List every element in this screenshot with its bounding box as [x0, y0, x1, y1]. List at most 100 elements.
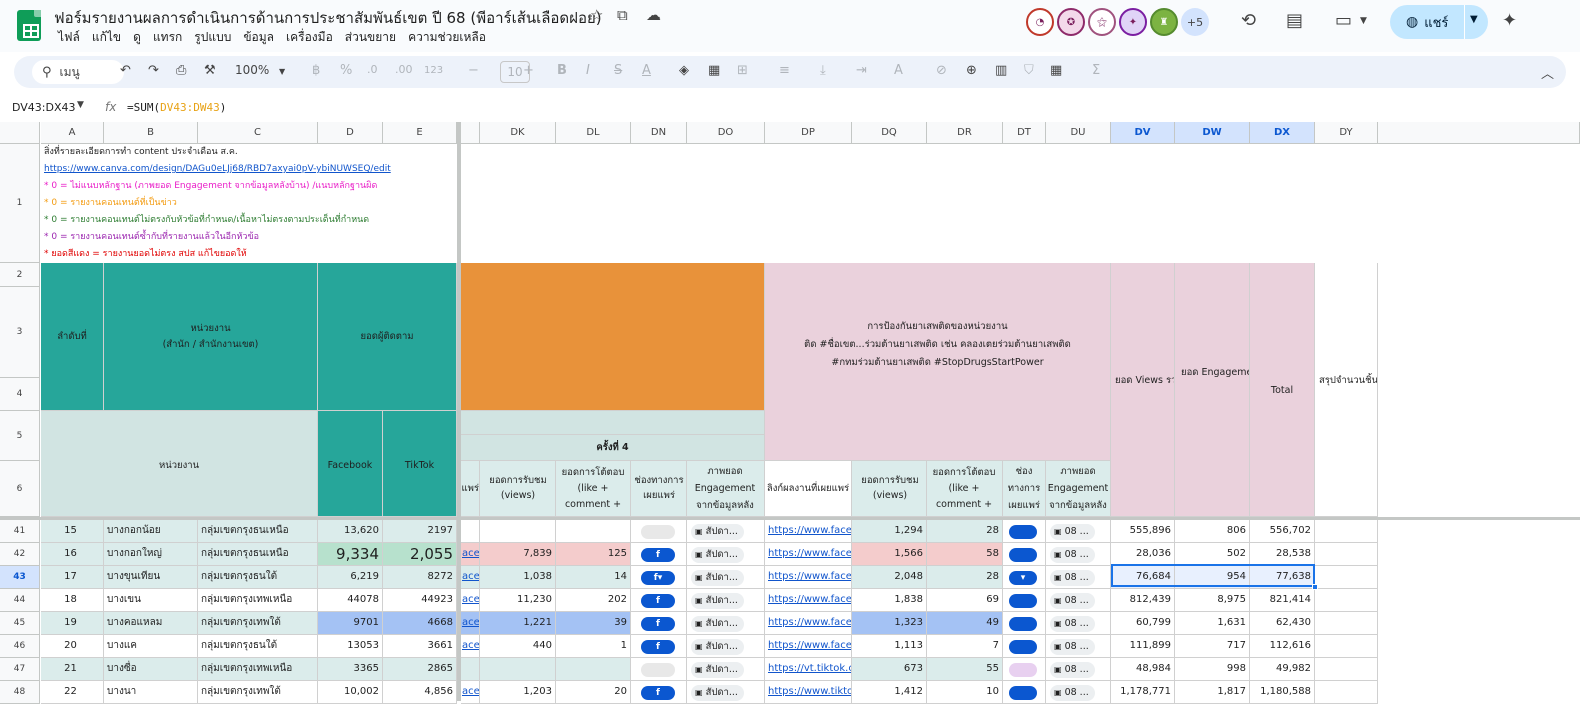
cell-channel[interactable]: f▾ — [631, 566, 687, 589]
cell-seq[interactable]: 21 — [41, 658, 104, 681]
cell-tiktok[interactable]: 4668 — [383, 612, 457, 635]
file-chip[interactable]: ▣ 08 ... — [1050, 570, 1095, 586]
header-seq[interactable]: ลำดับที่ — [41, 263, 104, 411]
increase-decimal-button[interactable]: .00 — [395, 63, 413, 76]
file-chip[interactable]: ▣ สัปดา... — [691, 593, 744, 609]
functions-icon[interactable]: Σ — [1092, 63, 1100, 78]
cell-facebook[interactable]: 9701 — [318, 612, 383, 635]
notes-block[interactable]: สิ่งที่รายละเอียดการทำ content ประจำเดือ… — [41, 144, 457, 262]
cell-total[interactable]: 62,430 — [1250, 612, 1315, 635]
row-header-4[interactable]: 4 — [0, 378, 40, 411]
cloud-status-icon[interactable]: ☁ — [646, 6, 661, 24]
cell-total[interactable]: 77,638 — [1250, 566, 1315, 589]
cell-facebook[interactable]: 44078 — [318, 589, 383, 612]
column-header-c[interactable]: C — [198, 122, 318, 144]
cell-link-truncated[interactable]: ace — [461, 589, 480, 612]
cell-summary[interactable] — [1315, 635, 1378, 658]
cell-district[interactable]: บางกอกใหญ่ — [104, 543, 198, 566]
cell-views2[interactable]: 2,048 — [852, 566, 927, 589]
header-prevention[interactable]: การป้องกันยาเสพติดของหน่วยงาน ติด #ชื่อเ… — [765, 263, 1111, 461]
menu-format[interactable]: รูปแบบ — [188, 28, 237, 47]
cell-channel[interactable]: f — [631, 543, 687, 566]
fill-color-icon[interactable]: ◈ — [679, 63, 689, 78]
avatar[interactable]: ✦ — [1119, 8, 1147, 36]
cell-eng-image2[interactable]: ▣ 08 ... — [1046, 566, 1111, 589]
note-link[interactable]: https://www.canva.com/design/DAGu0eLJj68… — [44, 161, 457, 178]
cell-link-truncated[interactable]: ace — [461, 635, 480, 658]
text-wrap-icon[interactable]: ⇥ — [856, 63, 867, 78]
cell-engagement[interactable]: 125 — [556, 543, 631, 566]
chevron-down-icon[interactable]: ▼ — [279, 67, 285, 76]
cell-district[interactable]: บางซื่อ — [104, 658, 198, 681]
cell-tiktok[interactable]: 2197 — [383, 520, 457, 543]
cell-eng-image[interactable]: ▣ สัปดา... — [687, 589, 765, 612]
cell-channel2[interactable] — [1003, 543, 1046, 566]
cell-eng-image[interactable]: ▣ สัปดา... — [687, 543, 765, 566]
header-total[interactable]: Total — [1250, 263, 1315, 517]
subheader-views2[interactable]: ยอดการรับชม (views) — [852, 461, 927, 517]
insert-link-icon[interactable]: ⊘ — [936, 63, 947, 78]
cell-total[interactable]: 556,702 — [1250, 520, 1315, 543]
column-header-du[interactable]: DU — [1046, 122, 1111, 144]
comments-icon[interactable]: ▤ — [1286, 10, 1303, 31]
cell-engagement2[interactable]: 28 — [927, 566, 1003, 589]
cell-facebook[interactable]: 9,334 — [318, 543, 383, 566]
cell-link[interactable]: https://www.face — [765, 520, 852, 543]
gemini-icon[interactable]: ✦ — [1502, 10, 1517, 31]
cell-group[interactable]: กลุ่มเขตกรุงธนใต้ — [198, 566, 318, 589]
cell-views2[interactable]: 1,294 — [852, 520, 927, 543]
cell-tiktok[interactable]: 44923 — [383, 589, 457, 612]
cell-group[interactable]: กลุ่มเขตกรุงเทพใต้ — [198, 612, 318, 635]
column-header-do[interactable]: DO — [687, 122, 765, 144]
header-unit[interactable]: หน่วยงาน (สำนัก / สำนักงานเขต) — [104, 263, 318, 411]
avatar[interactable]: ⚝ — [1088, 8, 1116, 36]
subheader-engagement[interactable]: ยอดการโต้ตอบ (like + comment + — [556, 461, 631, 517]
menu-tools[interactable]: เครื่องมือ — [280, 28, 339, 47]
cell-eng-image2[interactable]: ▣ 08 ... — [1046, 658, 1111, 681]
row-header-44[interactable]: 44 — [0, 589, 40, 612]
cell-views2[interactable]: 1,566 — [852, 543, 927, 566]
menu-edit[interactable]: แก้ไข — [86, 28, 127, 47]
column-header-dy[interactable]: DY — [1315, 122, 1378, 144]
channel2-chip[interactable] — [1009, 617, 1037, 631]
borders-icon[interactable]: ▦ — [708, 63, 720, 78]
cell-engagement-total[interactable]: 717 — [1175, 635, 1250, 658]
channel-chip[interactable]: f — [641, 594, 675, 608]
version-history-icon[interactable]: ⟲ — [1241, 10, 1256, 31]
channel-chip[interactable]: f — [641, 548, 675, 562]
cell-engagement-total[interactable]: 502 — [1175, 543, 1250, 566]
cell-summary[interactable] — [1315, 612, 1378, 635]
subheader-eng-image[interactable]: ภาพยอด Engagement จากข้อมูลหลัง — [687, 461, 765, 517]
print-icon[interactable]: ⎙ — [176, 63, 186, 78]
cell-eng-image2[interactable]: ▣ 08 ... — [1046, 589, 1111, 612]
frozen-column-divider[interactable] — [457, 122, 461, 701]
cell-views2[interactable]: 1,113 — [852, 635, 927, 658]
formula-input[interactable]: =SUM(DV43:DW43) — [127, 101, 226, 114]
cell-channel[interactable]: f — [631, 589, 687, 612]
row-header-3[interactable]: 3 — [0, 287, 40, 378]
cell-engagement-total[interactable]: 998 — [1175, 658, 1250, 681]
subheader-link[interactable]: ลิงก์ผลงานที่เผยแพร่ — [765, 461, 852, 517]
row-header-2[interactable]: 2 — [0, 263, 40, 287]
cell-views[interactable]: 1,221 — [480, 612, 556, 635]
cell-summary[interactable] — [1315, 658, 1378, 681]
row-header-47[interactable]: 47 — [0, 658, 40, 681]
text-rotation-icon[interactable]: A — [894, 63, 903, 78]
cell-eng-image2[interactable]: ▣ 08 ... — [1046, 520, 1111, 543]
bold-icon[interactable]: B — [557, 63, 567, 78]
insert-chart-icon[interactable]: ▥ — [995, 63, 1007, 78]
cell-summary[interactable] — [1315, 589, 1378, 612]
cell-link[interactable]: https://www.face — [765, 589, 852, 612]
channel-chip[interactable] — [641, 663, 675, 677]
column-header-dn[interactable]: DN — [631, 122, 687, 144]
row-header-42[interactable]: 42 — [0, 543, 40, 566]
cell-district[interactable]: บางกอกน้อย — [104, 520, 198, 543]
chevron-down-icon[interactable]: ▼ — [77, 100, 84, 110]
file-chip[interactable]: ▣ สัปดา... — [691, 662, 744, 678]
collapse-toolbar-icon[interactable]: ︿ — [1541, 63, 1554, 82]
cell-tiktok[interactable]: 2865 — [383, 658, 457, 681]
avatar[interactable]: ◔ — [1026, 8, 1054, 36]
cell-engagement-total[interactable]: 8,975 — [1175, 589, 1250, 612]
name-box[interactable]: DV43:DX43 — [12, 101, 76, 114]
row-header-45[interactable]: 45 — [0, 612, 40, 635]
